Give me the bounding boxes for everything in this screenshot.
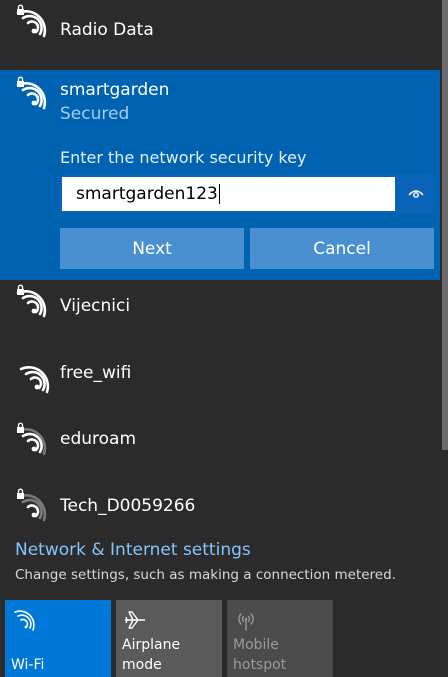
network-item-vijecnici[interactable]: Vijecnici — [0, 284, 440, 350]
airplane-icon — [125, 611, 145, 629]
network-name: smartgarden — [60, 80, 170, 100]
network-name: eduroam — [60, 429, 137, 449]
eye-icon — [407, 190, 424, 198]
next-button[interactable]: Next — [60, 228, 244, 269]
security-key-label: Enter the network security key — [60, 148, 307, 167]
mobile-hotspot-tile[interactable]: Mobile hotspot — [227, 600, 333, 677]
network-settings-link[interactable]: Network & Internet settings — [15, 540, 251, 560]
wifi-icon — [14, 610, 35, 631]
airplane-mode-tile[interactable]: Airplane mode — [116, 600, 222, 677]
network-settings-description: Change settings, such as making a connec… — [15, 567, 396, 583]
security-key-input[interactable]: smartgarden123 — [60, 175, 397, 213]
security-key-value: smartgarden123 — [76, 184, 218, 204]
wifi-secured-icon — [16, 284, 47, 318]
wifi-secured-weak-icon — [16, 422, 47, 456]
scrollbar[interactable] — [442, 0, 448, 450]
wifi-open-icon — [19, 366, 50, 394]
cancel-button[interactable]: Cancel — [250, 228, 434, 269]
network-name: Radio Data — [60, 20, 154, 40]
wifi-secured-icon — [16, 4, 47, 38]
network-item-smartgarden-expanded[interactable]: smartgarden Secured Enter the network se… — [0, 70, 440, 280]
wifi-tile-label: Wi-Fi — [11, 657, 45, 673]
network-item-radio-data[interactable]: Radio Data — [0, 4, 440, 70]
wifi-secured-weak-icon — [16, 488, 47, 522]
text-caret — [218, 184, 220, 204]
wifi-secured-icon — [16, 76, 47, 110]
network-item-free-wifi[interactable]: free_wifi — [0, 356, 440, 422]
hotspot-tile-label: Mobile hotspot — [233, 637, 287, 673]
network-name: Vijecnici — [60, 296, 131, 316]
hotspot-icon — [238, 613, 254, 631]
network-name: Tech_D0059266 — [60, 496, 196, 516]
network-status: Secured — [60, 104, 130, 124]
network-item-eduroam[interactable]: eduroam — [0, 420, 440, 486]
reveal-password-button[interactable] — [397, 175, 434, 213]
network-name: free_wifi — [60, 363, 132, 383]
wifi-toggle-tile[interactable]: Wi-Fi — [5, 600, 111, 677]
airplane-tile-label: Airplane mode — [122, 637, 181, 673]
